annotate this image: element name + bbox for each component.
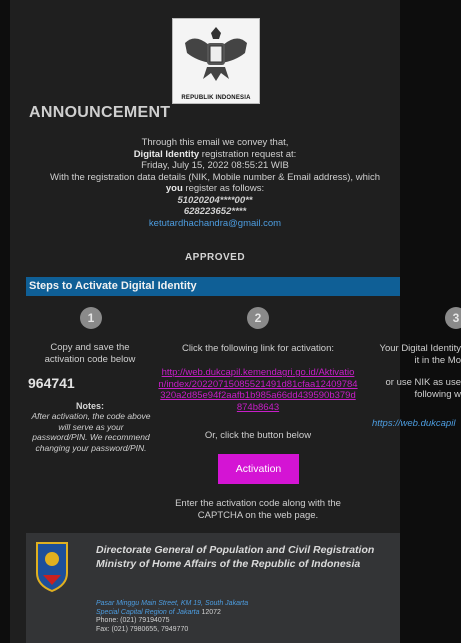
registration-date: Friday, July 15, 2022 08:55:21 WIB	[141, 160, 289, 171]
or-text: Or, click the button below	[204, 430, 312, 441]
step-2-number: 2	[247, 307, 269, 329]
you-label: you	[165, 183, 183, 194]
ministry-emblem-icon	[35, 539, 69, 593]
activation-button[interactable]: Activation	[218, 454, 299, 484]
step-3-line: Your Digital Identity	[379, 343, 461, 354]
step-3-line: it in the Mo	[414, 354, 461, 366]
step-3-line: or use NIK as use	[385, 377, 461, 388]
announcement-line: you register as follows:	[30, 183, 400, 195]
announcement-line: Through this email we convey that,	[141, 137, 289, 148]
step-2-text: Click the following link for activation:	[181, 343, 335, 354]
steps-header: Steps to Activate Digital Identity	[29, 280, 197, 292]
announcement-line: Digital Identity registration request at…	[30, 149, 400, 161]
notes-title: Notes:	[75, 401, 104, 411]
nik-value: 51020204****00**	[177, 194, 253, 206]
step-3-text: Your Digital Identity it in the Mo or us…	[368, 343, 461, 400]
announcement-body: Through this email we convey that, Digit…	[30, 137, 400, 229]
steps-header-bar: Steps to Activate Digital Identity	[26, 277, 400, 296]
postal-code: 12072	[201, 608, 221, 616]
announcement-line: With the registration data details (NIK,…	[50, 171, 380, 183]
email-link[interactable]: ketutardhachandra@gmail.com	[30, 218, 400, 230]
announcement-text: registration request at:	[199, 148, 297, 160]
address-line: Special Capital Region of Jakarta 12072	[96, 609, 391, 618]
footer-address: Pasar Minggu Main Street, KM 19, South J…	[96, 600, 391, 634]
garuda-logo: REPUBLIK INDONESIA	[172, 18, 260, 104]
address-line: Pasar Minggu Main Street, KM 19, South J…	[96, 600, 249, 607]
announcement-text: register as follows:	[182, 183, 265, 194]
footer-fax: Fax: (021) 7980655, 7949770	[96, 625, 189, 633]
email-viewer: REPUBLIK INDONESIA ANNOUNCEMENT Through …	[0, 0, 461, 643]
notes-text: After activation, the code above will se…	[31, 411, 151, 453]
approved-status: APPROVED	[184, 252, 246, 263]
step-3-line: following w	[414, 388, 461, 400]
step-1-text: Copy and save the activation code below	[44, 342, 136, 365]
step-3-link[interactable]: https://web.dukcapil	[372, 418, 461, 429]
logo-caption: REPUBLIK INDONESIA	[181, 95, 251, 101]
activation-link[interactable]: http://web.dukcapil.kemendagri.go.id/Akt…	[158, 367, 358, 413]
footer-title: Directorate General of Population and Ci…	[96, 544, 375, 570]
garuda-emblem-icon	[185, 27, 247, 81]
enter-code-text: Enter the activation code along with the…	[175, 498, 341, 521]
address-region: Special Capital Region of Jakarta	[96, 608, 200, 616]
activation-code: 964741	[28, 375, 75, 391]
step-1-number: 1	[80, 307, 102, 329]
announcement-title: ANNOUNCEMENT	[29, 104, 171, 121]
digital-identity-label: Digital Identity	[133, 148, 200, 160]
footer: Directorate General of Population and Ci…	[26, 533, 400, 643]
step-3-number: 3	[445, 307, 461, 329]
footer-phone: Phone: (021) 79194075	[96, 617, 170, 624]
phone-value: 628223652****	[183, 206, 247, 217]
